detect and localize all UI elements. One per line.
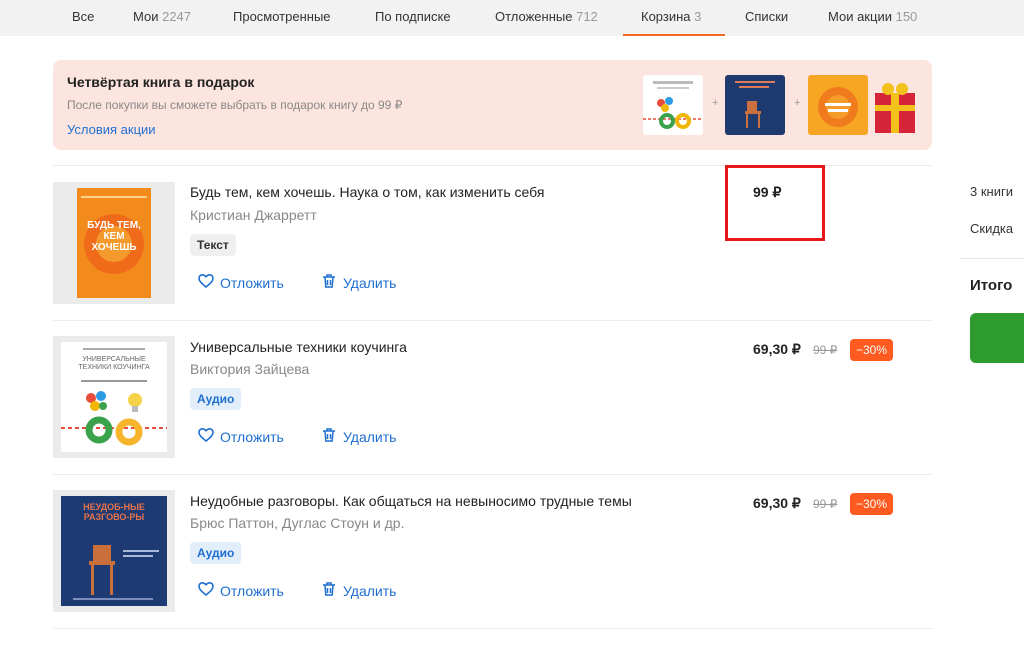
heart-icon xyxy=(198,427,214,446)
tab-bar: Все Мои 2247 Просмотренные По подписке О… xyxy=(0,0,1024,36)
heart-icon xyxy=(198,273,214,292)
delete-button[interactable]: Удалить xyxy=(321,581,396,600)
trash-icon xyxy=(321,581,337,600)
defer-button[interactable]: Отложить xyxy=(198,581,284,600)
item-author[interactable]: Брюс Паттон, Дуглас Стоун и др. xyxy=(190,515,404,531)
promo-conditions-link[interactable]: Условия акции xyxy=(67,122,156,137)
format-badge: Аудио xyxy=(190,542,242,564)
summary-divider xyxy=(960,258,1024,259)
discount-badge: −30% xyxy=(850,493,894,515)
heart-icon xyxy=(198,581,214,600)
book-cover[interactable]: БУДЬ ТЕМ, КЕМ ХОЧЕШЬ xyxy=(53,182,175,304)
item-title[interactable]: Неудобные разговоры. Как общаться на нев… xyxy=(190,493,632,509)
promo-book-conversations xyxy=(725,75,785,135)
delete-button[interactable]: Удалить xyxy=(321,273,396,292)
format-badge: Текст xyxy=(190,234,236,256)
promo-plus-2: + xyxy=(794,97,801,109)
tab-cart[interactable]: Корзина 3 xyxy=(641,9,701,24)
divider xyxy=(53,474,932,475)
summary-total: Итого xyxy=(970,277,1013,294)
tab-my[interactable]: Мои 2247 xyxy=(133,9,191,24)
tab-my-promos[interactable]: Мои акции 150 xyxy=(828,9,917,24)
defer-button[interactable]: Отложить xyxy=(198,273,284,292)
gift-box-icon xyxy=(873,75,917,135)
delete-button[interactable]: Удалить xyxy=(321,427,396,446)
cover-title: УНИВЕРСАЛЬНЫЕ ТЕХНИКИ КОУЧИНГА xyxy=(78,356,150,371)
trash-icon xyxy=(321,427,337,446)
item-title[interactable]: Будь тем, кем хочешь. Наука о том, как и… xyxy=(190,184,544,200)
promo-book-be-who xyxy=(808,75,868,135)
item-title[interactable]: Универсальные техники коучинга xyxy=(190,339,407,355)
divider xyxy=(53,628,932,629)
tab-viewed[interactable]: Просмотренные xyxy=(233,9,331,24)
tab-deferred[interactable]: Отложенные 712 xyxy=(495,9,598,24)
item-author[interactable]: Кристиан Джарретт xyxy=(190,207,317,223)
item-author[interactable]: Виктория Зайцева xyxy=(190,361,309,377)
book-cover[interactable]: НЕУДОБ-НЫЕ РАЗГОВО-РЫ xyxy=(53,490,175,612)
tab-lists[interactable]: Списки xyxy=(745,9,788,24)
tab-all[interactable]: Все xyxy=(72,9,94,24)
cover-title: НЕУДОБ-НЫЕ РАЗГОВО-РЫ xyxy=(83,502,145,522)
active-tab-indicator xyxy=(623,34,725,36)
discount-badge: −30% xyxy=(850,339,894,361)
checkout-button[interactable] xyxy=(970,313,1024,363)
format-badge: Аудио xyxy=(190,388,242,410)
book-cover[interactable]: УНИВЕРСАЛЬНЫЕ ТЕХНИКИ КОУЧИНГА xyxy=(53,336,175,458)
item-old-price: 99 ₽ xyxy=(813,343,838,357)
promo-plus-1: + xyxy=(712,97,719,109)
promo-subtitle: После покупки вы сможете выбрать в подар… xyxy=(67,98,403,112)
item-old-price: 99 ₽ xyxy=(813,497,838,511)
summary-count: 3 книги xyxy=(970,184,1013,199)
item-price: 69,30 ₽ xyxy=(753,341,801,357)
cover-title: БУДЬ ТЕМ, КЕМ ХОЧЕШЬ xyxy=(87,220,141,253)
trash-icon xyxy=(321,273,337,292)
price-highlight-box xyxy=(725,165,825,241)
summary-discount: Скидка xyxy=(970,221,1014,236)
promo-title: Четвёртая книга в подарок xyxy=(67,74,255,90)
divider xyxy=(53,320,932,321)
item-price: 69,30 ₽ xyxy=(753,495,801,511)
tab-subscription[interactable]: По подписке xyxy=(375,9,451,24)
promo-book-coaching xyxy=(643,75,703,135)
defer-button[interactable]: Отложить xyxy=(198,427,284,446)
promo-banner: Четвёртая книга в подарок После покупки … xyxy=(53,60,932,150)
